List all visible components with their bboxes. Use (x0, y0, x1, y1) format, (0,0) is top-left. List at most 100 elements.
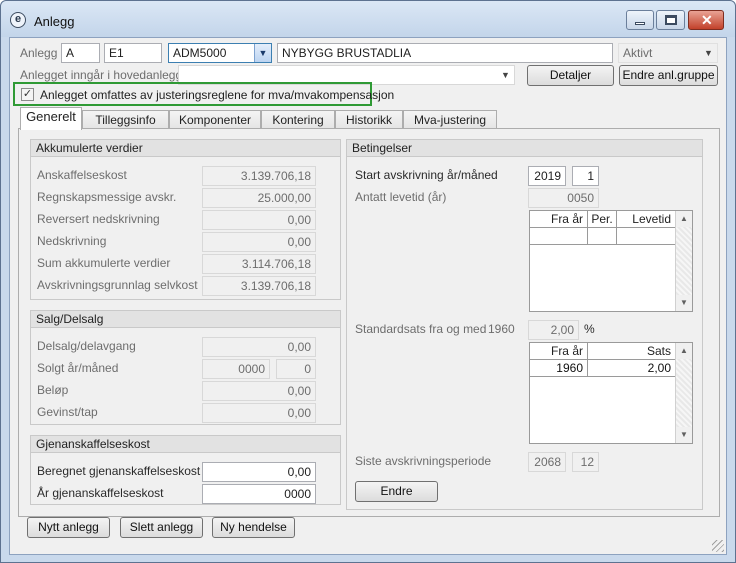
sum-akkumulerte-label: Sum akkumulerte verdier (37, 256, 171, 270)
scroll-up-icon[interactable]: ▲ (676, 211, 692, 227)
delsalg-value: 0,00 (202, 337, 316, 357)
tab-tilleggsinfo[interactable]: Tilleggsinfo (82, 110, 169, 129)
table-row[interactable]: 1960 (530, 360, 588, 377)
title-bar[interactable]: e Anlegg ✕ (1, 1, 735, 37)
start-year-input[interactable]: 2019 (528, 166, 566, 186)
solgt-month: 0 (276, 359, 316, 379)
delsalg-label: Delsalg/delavgang (37, 339, 136, 353)
levetid-grid-scrollbar[interactable]: ▲ ▼ (675, 211, 692, 311)
gjenanskaffelseskost-title: Gjenanskaffelseskost (31, 436, 340, 453)
mva-justering-checkbox[interactable]: ✓ (21, 88, 34, 101)
nytt-anlegg-button[interactable]: Nytt anlegg (27, 517, 110, 538)
start-avskrivning-label: Start avskrivning år/måned (355, 168, 498, 182)
akkumulerte-verdier-group: Akkumulerte verdier Anskaffelseskost 3.1… (30, 139, 341, 300)
siste-year: 2068 (528, 452, 566, 472)
endre-anl-gruppe-button[interactable]: Endre anl.gruppe (619, 65, 718, 86)
reversert-nedskrivning-value: 0,00 (202, 210, 316, 230)
maximize-icon (665, 15, 677, 25)
tab-page-generelt: Akkumulerte verdier Anskaffelseskost 3.1… (18, 128, 720, 517)
endre-button[interactable]: Endre (355, 481, 438, 502)
scroll-down-icon[interactable]: ▼ (676, 295, 692, 311)
antatt-levetid-label: Antatt levetid (år) (355, 190, 447, 204)
avskrivningsgrunnlag-label: Avskrivningsgrunnlag selvkost (37, 278, 198, 292)
sum-akkumulerte-value: 3.114.706,18 (202, 254, 316, 274)
status-combo[interactable]: Aktivt ▼ (618, 43, 718, 63)
gevinst-label: Gevinst/tap (37, 405, 98, 419)
tab-komponenter[interactable]: Komponenter (169, 110, 261, 129)
regnskapsmessige-avskr-value: 25.000,00 (202, 188, 316, 208)
status-value: Aktivt (623, 46, 653, 60)
window-title: Anlegg (34, 14, 75, 29)
anskaffelseskost-value: 3.139.706,18 (202, 166, 316, 186)
resize-grip-icon[interactable] (712, 540, 724, 552)
start-month-input[interactable]: 1 (572, 166, 599, 186)
regnskapsmessige-avskr-label: Regnskapsmessige avskr. (37, 190, 177, 204)
anlegg-field-1[interactable]: A (61, 43, 100, 63)
anskaffelseskost-label: Anskaffelseskost (37, 168, 127, 182)
hovedanlegg-label: Anlegget inngår i hovedanlegg (20, 68, 183, 82)
window-client: Anlegg A E1 ADM5000 ▼ NYBYGG BRUSTADLIA … (9, 37, 727, 555)
sats-grid-scrollbar[interactable]: ▲ ▼ (675, 343, 692, 443)
belop-label: Beløp (37, 383, 69, 397)
anlegg-label: Anlegg (20, 46, 58, 60)
table-row[interactable]: 2,00 (588, 360, 676, 377)
grid-header-per[interactable]: Per. (588, 211, 617, 228)
siste-avskrivningsperiode-label: Siste avskrivningsperiode (355, 454, 492, 468)
betingelser-title: Betingelser (347, 140, 702, 157)
minimize-button[interactable] (626, 10, 654, 30)
standardsats-unit: % (584, 322, 595, 336)
app-icon: e (10, 12, 26, 28)
table-row[interactable] (588, 228, 617, 245)
nedskrivning-value: 0,00 (202, 232, 316, 252)
solgt-year: 0000 (202, 359, 270, 379)
antatt-levetid-value: 0050 (528, 188, 599, 208)
chevron-down-icon[interactable]: ▼ (700, 44, 717, 62)
nedskrivning-label: Nedskrivning (37, 234, 107, 248)
aar-gjenanskaffelseskost-label: År gjenanskaffelseskost (37, 486, 164, 500)
anlegg-code-value: ADM5000 (173, 46, 227, 60)
table-row[interactable] (530, 228, 588, 245)
levetid-grid[interactable]: Fra år Per. Levetid ▲ ▼ (529, 210, 693, 312)
gjenanskaffelseskost-group: Gjenanskaffelseskost Beregnet gjenanskaf… (30, 435, 341, 505)
salg-delsalg-group: Salg/Delsalg Delsalg/delavgang 0,00 Solg… (30, 310, 341, 425)
tab-kontering[interactable]: Kontering (261, 110, 335, 129)
scroll-down-icon[interactable]: ▼ (676, 427, 692, 443)
ny-hendelse-button[interactable]: Ny hendelse (212, 517, 295, 538)
table-row[interactable] (617, 228, 676, 245)
close-icon: ✕ (701, 12, 713, 28)
detaljer-button[interactable]: Detaljer (527, 65, 614, 86)
avskrivningsgrunnlag-value: 3.139.706,18 (202, 276, 316, 296)
grid-header-fra-aar[interactable]: Fra år (530, 343, 588, 360)
standardsats-year: 1960 (488, 322, 515, 336)
mva-justering-highlight: ✓ Anlegget omfattes av justeringsreglene… (13, 82, 394, 106)
tab-mva-justering[interactable]: Mva-justering (403, 110, 497, 129)
tab-historikk[interactable]: Historikk (335, 110, 403, 129)
tab-generelt[interactable]: Generelt (20, 107, 82, 130)
beregnet-gjenanskaffelseskost-label: Beregnet gjenanskaffelseskost (37, 464, 201, 478)
salg-delsalg-title: Salg/Delsalg (31, 311, 340, 328)
chevron-down-icon[interactable]: ▼ (497, 66, 514, 84)
scroll-up-icon[interactable]: ▲ (676, 343, 692, 359)
maximize-button[interactable] (656, 10, 685, 30)
siste-month: 12 (572, 452, 599, 472)
mva-justering-checkbox-label[interactable]: Anlegget omfattes av justeringsreglene f… (40, 88, 394, 102)
belop-value: 0,00 (202, 381, 316, 401)
beregnet-gjenanskaffelseskost-input[interactable]: 0,00 (202, 462, 316, 482)
anlegg-window: e Anlegg ✕ Anlegg A E1 ADM5000 ▼ NYBYGG … (0, 0, 736, 563)
betingelser-group: Betingelser Start avskrivning år/måned 2… (346, 139, 703, 510)
minimize-icon (635, 22, 645, 25)
grid-header-levetid[interactable]: Levetid (617, 211, 676, 228)
chevron-down-icon[interactable]: ▼ (254, 44, 271, 62)
grid-header-sats[interactable]: Sats (588, 343, 676, 360)
aar-gjenanskaffelseskost-input[interactable]: 0000 (202, 484, 316, 504)
anlegg-field-2[interactable]: E1 (104, 43, 162, 63)
grid-header-fra-aar[interactable]: Fra år (530, 211, 588, 228)
anlegg-code-combo[interactable]: ADM5000 ▼ (168, 43, 272, 63)
anlegg-name-field[interactable]: NYBYGG BRUSTADLIA (277, 43, 613, 63)
standardsats-label: Standardsats fra og med (355, 322, 487, 336)
close-button[interactable]: ✕ (688, 10, 724, 30)
slett-anlegg-button[interactable]: Slett anlegg (120, 517, 203, 538)
gevinst-value: 0,00 (202, 403, 316, 423)
sats-grid[interactable]: Fra år Sats 1960 2,00 ▲ ▼ (529, 342, 693, 444)
akkumulerte-verdier-title: Akkumulerte verdier (31, 140, 340, 157)
